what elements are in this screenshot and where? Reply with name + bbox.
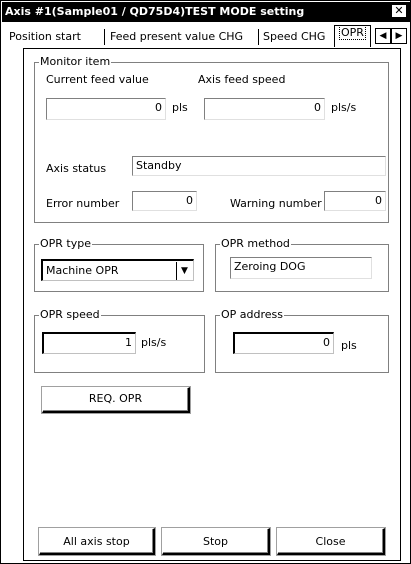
- close-button[interactable]: Close: [277, 528, 385, 555]
- warning-number-label: Warning number: [230, 197, 322, 210]
- current-feed-value: 0: [155, 101, 162, 114]
- opr-type-title: OPR type: [39, 237, 93, 250]
- tab-divider: [258, 29, 259, 45]
- current-feed-value-field: 0: [46, 98, 166, 120]
- current-feed-value-label: Current feed value: [46, 73, 149, 86]
- opr-speed-title: OPR speed: [39, 308, 101, 321]
- tab-label: Position start: [9, 30, 81, 43]
- tab-opr[interactable]: OPR: [334, 25, 371, 47]
- opr-speed-value: 1: [125, 336, 132, 349]
- tab-scroll-left-icon[interactable]: ◀: [375, 28, 391, 44]
- opr-method-value: Zeroing DOG: [234, 260, 306, 273]
- stop-button[interactable]: Stop: [162, 528, 270, 555]
- op-address-unit: pls: [341, 339, 357, 352]
- test-mode-dialog: Axis #1(Sample01 / QD75D4)TEST MODE sett…: [0, 0, 411, 564]
- close-window-icon[interactable]: ✕: [391, 4, 407, 18]
- opr-speed-unit: pls/s: [141, 336, 167, 349]
- op-address-title: OP address: [220, 308, 285, 321]
- tab-position-start[interactable]: Position start: [9, 27, 81, 49]
- tab-label: Feed present value CHG: [110, 30, 244, 43]
- all-axis-stop-button[interactable]: All axis stop: [39, 528, 155, 555]
- warning-number-field: 0: [324, 191, 386, 211]
- axis-status-label: Axis status: [46, 162, 107, 175]
- axis-feed-speed-label: Axis feed speed: [198, 73, 286, 86]
- axis-feed-speed-unit: pls/s: [331, 101, 357, 114]
- op-address-field: 0: [233, 332, 334, 354]
- opr-tab-panel: Monitor item Current feed value Axis fee…: [23, 48, 401, 561]
- axis-feed-speed-value: 0: [314, 101, 321, 114]
- tab-label: Speed CHG: [263, 30, 326, 43]
- req-opr-button[interactable]: REQ. OPR: [42, 387, 190, 413]
- title-bar: Axis #1(Sample01 / QD75D4)TEST MODE sett…: [2, 2, 411, 22]
- tab-label: OPR: [339, 25, 366, 40]
- error-number-field: 0: [132, 191, 197, 211]
- opr-type-selected: Machine OPR: [46, 264, 119, 277]
- opr-method-field: Zeroing DOG: [230, 257, 372, 279]
- warning-number-value: 0: [375, 194, 382, 207]
- axis-feed-speed-field: 0: [204, 98, 325, 120]
- chevron-down-icon[interactable]: ▼: [176, 262, 192, 280]
- error-number-value: 0: [186, 194, 193, 207]
- opr-type-select[interactable]: Machine OPR ▼: [41, 259, 194, 281]
- window-title: Axis #1(Sample01 / QD75D4)TEST MODE sett…: [5, 5, 305, 18]
- monitor-item-title: Monitor item: [39, 55, 112, 68]
- current-feed-unit: pls: [172, 101, 188, 114]
- tab-feed-present-value-chg[interactable]: Feed present value CHG: [110, 27, 243, 49]
- tab-speed-chg[interactable]: Speed CHG: [263, 27, 325, 49]
- opr-method-title: OPR method: [220, 237, 291, 250]
- opr-speed-field: 1: [42, 332, 136, 354]
- op-address-value: 0: [323, 336, 330, 349]
- axis-status-field: Standby: [132, 156, 386, 176]
- error-number-label: Error number: [46, 197, 120, 210]
- axis-status-value: Standby: [136, 159, 182, 172]
- tab-divider: [104, 29, 105, 45]
- tab-scroll-right-icon[interactable]: ▶: [391, 28, 407, 44]
